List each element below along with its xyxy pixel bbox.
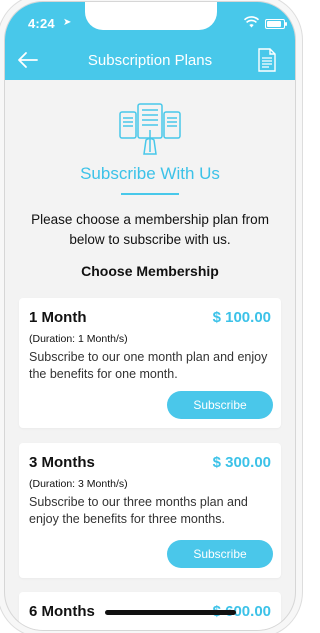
- section-heading: Subscribe With Us: [80, 164, 220, 183]
- plan-name: 1 Month: [29, 309, 87, 326]
- home-indicator[interactable]: [105, 610, 236, 615]
- plan-price: $ 300.00: [212, 454, 271, 471]
- arrow-left-icon[interactable]: [17, 50, 39, 70]
- plan-duration: (Duration: 3 Month/s): [29, 478, 128, 490]
- plan-description: Subscribe to our one month plan and enjo…: [29, 350, 268, 381]
- location-arrow-icon: ➤: [63, 17, 72, 28]
- subscribe-button[interactable]: Subscribe: [167, 540, 273, 568]
- phone-frame: 4:24 ➤ Subscription Plans Subscribe With…: [5, 2, 295, 630]
- wifi-icon: [244, 16, 259, 28]
- document-icon[interactable]: [256, 48, 278, 72]
- plan-duration: (Duration: 1 Month/s): [29, 333, 128, 345]
- plan-name: 6 Months: [29, 603, 95, 620]
- plan-card-1-month: 1 Month $ 100.00 (Duration: 1 Month/s) S…: [19, 298, 281, 428]
- subscription-plans-icon: [119, 103, 181, 155]
- battery-icon: [265, 19, 287, 29]
- plan-card-3-months: 3 Months $ 300.00 (Duration: 3 Month/s) …: [19, 443, 281, 578]
- plan-name: 3 Months: [29, 454, 95, 471]
- status-time: 4:24: [28, 16, 55, 31]
- status-bar: 4:24 ➤: [5, 2, 295, 42]
- plan-price: $ 100.00: [212, 309, 271, 326]
- main-content: Subscribe With Us Please choose a member…: [5, 80, 295, 630]
- plan-description: Subscribe to our three months plan and e…: [29, 495, 248, 526]
- subscribe-button[interactable]: Subscribe: [167, 391, 273, 419]
- intro-text: Please choose a membership plan from bel…: [31, 212, 269, 247]
- app-bar: Subscription Plans: [5, 42, 295, 80]
- heading-divider: [121, 193, 179, 195]
- choose-membership-label: Choose Membership: [81, 263, 219, 279]
- page-title: Subscription Plans: [87, 52, 213, 69]
